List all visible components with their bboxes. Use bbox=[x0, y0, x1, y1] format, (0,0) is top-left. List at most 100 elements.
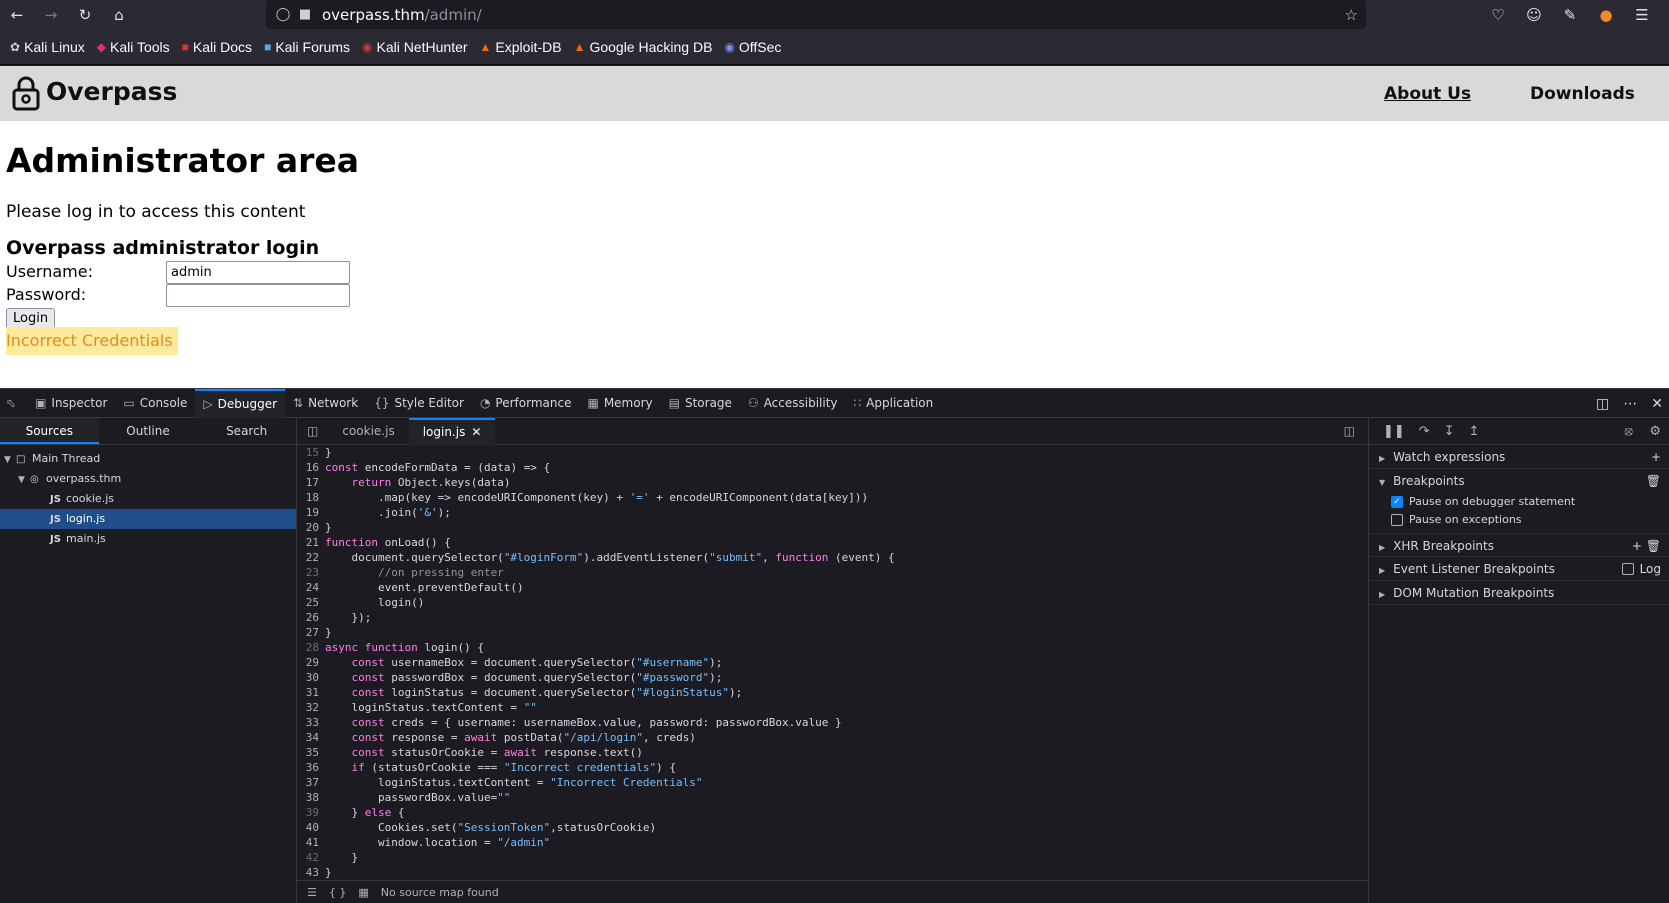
pretty-print-icon[interactable]: ☰ bbox=[307, 886, 317, 899]
trash-icon[interactable]: 🗑 bbox=[1646, 469, 1661, 493]
code-line[interactable]: 38 passwordBox.value="" bbox=[297, 790, 1367, 805]
tab-debugger[interactable]: ▷ Debugger bbox=[195, 388, 286, 418]
pause-exceptions-checkbox[interactable] bbox=[1391, 514, 1403, 526]
login-button[interactable]: Login bbox=[6, 308, 56, 329]
close-tab-icon[interactable]: ✕ bbox=[471, 425, 481, 439]
code-line[interactable]: 21 function onLoad() { bbox=[297, 535, 1367, 550]
line-number[interactable]: 41 bbox=[297, 835, 325, 850]
code-line[interactable]: 17 return Object.keys(data) bbox=[297, 475, 1367, 490]
add-trash-icons[interactable]: + 🗑 bbox=[1632, 534, 1661, 558]
log-toggle[interactable]: Log bbox=[1621, 557, 1661, 581]
close-devtools-icon[interactable]: ✕ bbox=[1651, 396, 1663, 412]
pause-icon[interactable]: ❚❚ bbox=[1383, 424, 1405, 439]
code-line[interactable]: 27} bbox=[297, 625, 1367, 640]
line-number[interactable]: 40 bbox=[297, 820, 325, 835]
line-number[interactable]: 32 bbox=[297, 700, 325, 715]
line-number[interactable]: 19 bbox=[297, 505, 325, 520]
watch-expressions-section[interactable]: ▶ Watch expressions + bbox=[1369, 445, 1669, 469]
line-number[interactable]: 43 bbox=[297, 865, 325, 880]
line-number[interactable]: 37 bbox=[297, 775, 325, 790]
code-line[interactable]: 34 const response = await postData("/api… bbox=[297, 730, 1367, 745]
code-line[interactable]: 39 } else { bbox=[297, 805, 1367, 820]
code-view[interactable]: 15} 16 const encodeFormData = (data) => {1… bbox=[297, 445, 1367, 880]
bookmark-kali-forums[interactable]: ■ Kali Forums bbox=[264, 39, 350, 55]
dock-icon[interactable]: ◫ bbox=[1596, 396, 1609, 412]
tab-accessibility[interactable]: ⚇ Accessibility bbox=[740, 389, 846, 418]
code-line[interactable]: 37 loginStatus.textContent = "Incorrect … bbox=[297, 775, 1367, 790]
line-number[interactable]: 26 bbox=[297, 610, 325, 625]
dom-mutation-breakpoints-section[interactable]: ▶ DOM Mutation Breakpoints bbox=[1369, 581, 1669, 605]
url-bar[interactable]: ◯ ■ overpass.thm/admin/ ☆ bbox=[266, 0, 1366, 29]
code-line[interactable]: 28 async function login() { bbox=[297, 640, 1367, 655]
add-watch-icon[interactable]: + bbox=[1651, 445, 1661, 469]
tree-main-thread[interactable]: ▼ □ Main Thread bbox=[0, 449, 296, 469]
bookmark-kali-linux[interactable]: ✿ Kali Linux bbox=[10, 39, 85, 55]
account-icon[interactable]: ☺ bbox=[1516, 6, 1552, 24]
line-number[interactable]: 16 bbox=[297, 460, 325, 475]
line-number[interactable]: 17 bbox=[297, 475, 325, 490]
tab-search[interactable]: Search bbox=[197, 418, 296, 444]
tab-memory[interactable]: ▦ Memory bbox=[579, 389, 660, 418]
code-line[interactable]: 24 event.preventDefault() bbox=[297, 580, 1367, 595]
tree-file-login-js[interactable]: JS login.js bbox=[0, 509, 296, 529]
code-line[interactable]: 42 } bbox=[297, 850, 1367, 865]
settings-gear-icon[interactable]: ⚙ bbox=[1649, 424, 1661, 439]
line-number[interactable]: 36 bbox=[297, 760, 325, 775]
code-line[interactable]: 19 .join('&'); bbox=[297, 505, 1367, 520]
line-number[interactable]: 39 bbox=[297, 805, 325, 820]
code-line[interactable]: 16 const encodeFormData = (data) => { bbox=[297, 460, 1367, 475]
event-listener-breakpoints-section[interactable]: ▶ Event Listener Breakpoints Log bbox=[1369, 557, 1669, 581]
line-number[interactable]: 38 bbox=[297, 790, 325, 805]
back-icon[interactable]: ← bbox=[0, 0, 34, 29]
element-picker-icon[interactable]: ⬁ bbox=[0, 389, 27, 418]
breakpoints-section[interactable]: ▼ Breakpoints 🗑 bbox=[1369, 469, 1669, 493]
line-number[interactable]: 34 bbox=[297, 730, 325, 745]
bookmark-kali-nethunter[interactable]: ◉ Kali NetHunter bbox=[362, 39, 468, 55]
bookmark-offsec[interactable]: ◉ OffSec bbox=[724, 39, 781, 55]
code-line[interactable]: 41 window.location = "/admin" bbox=[297, 835, 1367, 850]
pause-on-exceptions-row[interactable]: Pause on exceptions bbox=[1369, 511, 1669, 529]
more-options-icon[interactable]: ⋯ bbox=[1623, 396, 1637, 412]
password-input[interactable] bbox=[166, 284, 350, 307]
tree-host[interactable]: ▼ ◎ overpass.thm bbox=[0, 469, 296, 489]
nav-about-us[interactable]: About Us bbox=[1384, 84, 1471, 104]
step-in-icon[interactable]: ↧ bbox=[1444, 424, 1455, 439]
code-line[interactable]: 32 loginStatus.textContent = "" bbox=[297, 700, 1367, 715]
braces-icon[interactable]: { } bbox=[329, 886, 347, 899]
line-number[interactable]: 30 bbox=[297, 670, 325, 685]
code-line[interactable]: 40 Cookies.set("SessionToken",statusOrCo… bbox=[297, 820, 1367, 835]
code-line[interactable]: 23 //on pressing enter bbox=[297, 565, 1367, 580]
code-line[interactable]: 30 const passwordBox = document.querySel… bbox=[297, 670, 1367, 685]
code-line[interactable]: 35 const statusOrCookie = await response… bbox=[297, 745, 1367, 760]
tree-file-main-js[interactable]: JS main.js bbox=[0, 529, 296, 549]
username-input[interactable] bbox=[166, 261, 350, 284]
line-number[interactable]: 20 bbox=[297, 520, 325, 535]
log-checkbox[interactable] bbox=[1621, 563, 1634, 575]
editor-tab-login-js[interactable]: login.js ✕ bbox=[408, 417, 496, 445]
tab-storage[interactable]: ▤ Storage bbox=[661, 389, 740, 418]
line-number[interactable]: 15 bbox=[297, 445, 325, 460]
code-line[interactable]: 29 const usernameBox = document.querySel… bbox=[297, 655, 1367, 670]
tab-inspector[interactable]: ▣ Inspector bbox=[27, 389, 115, 418]
shield-icon[interactable]: ◯ bbox=[272, 7, 294, 22]
code-line[interactable]: 31 const loginStatus = document.querySel… bbox=[297, 685, 1367, 700]
tab-style-editor[interactable]: {} Style Editor bbox=[366, 389, 472, 418]
toggle-sidebar-icon[interactable]: ◫ bbox=[297, 424, 328, 438]
menu-icon[interactable]: ☰ bbox=[1624, 6, 1660, 24]
code-line[interactable]: 33 const creds = { username: usernameBox… bbox=[297, 715, 1367, 730]
tab-network[interactable]: ⇅ Network bbox=[285, 389, 366, 418]
line-number[interactable]: 33 bbox=[297, 715, 325, 730]
bookmark-star-icon[interactable]: ☆ bbox=[1345, 6, 1358, 24]
bookmark-google-hacking-db[interactable]: ▲ Google Hacking DB bbox=[574, 39, 713, 55]
code-line[interactable]: 15} bbox=[297, 445, 1367, 460]
line-number[interactable]: 24 bbox=[297, 580, 325, 595]
line-number[interactable]: 27 bbox=[297, 625, 325, 640]
code-line[interactable]: 20} bbox=[297, 520, 1367, 535]
line-number[interactable]: 35 bbox=[297, 745, 325, 760]
line-number[interactable]: 22 bbox=[297, 550, 325, 565]
pause-on-debugger-row[interactable]: ✓ Pause on debugger statement bbox=[1369, 493, 1669, 511]
home-icon[interactable]: ⌂ bbox=[102, 0, 136, 29]
tab-application[interactable]: ∷ Application bbox=[846, 389, 942, 418]
code-line[interactable]: 36 if (statusOrCookie === "Incorrect cre… bbox=[297, 760, 1367, 775]
bookmark-kali-docs[interactable]: ■ Kali Docs bbox=[182, 39, 252, 55]
